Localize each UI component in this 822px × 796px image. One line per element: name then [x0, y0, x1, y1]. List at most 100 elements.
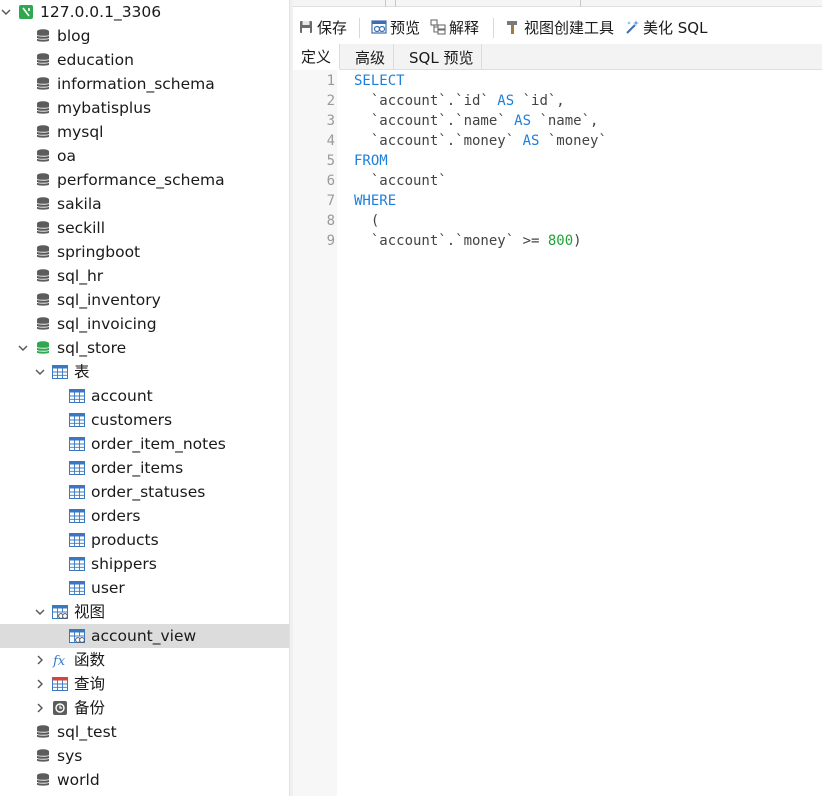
chevron-down-icon[interactable]: [34, 606, 46, 618]
tree-item-label: products: [91, 531, 159, 549]
table-icon: [52, 365, 68, 379]
tree-group-backups[interactable]: 备份: [0, 696, 289, 720]
tree-item-label: user: [91, 579, 125, 597]
tree-item-label: customers: [91, 411, 173, 429]
sql-text: (: [354, 213, 380, 229]
sql-code-editor[interactable]: 1 2 3 4 5 6 7 8 9 SELECT `account`.`id` AS `id`,…: [293, 70, 822, 796]
code-line[interactable]: SELECT: [354, 71, 405, 91]
code-line[interactable]: `account`.`name` AS `name`,: [354, 111, 599, 131]
code-line[interactable]: `account`.`money` >= 800): [354, 231, 582, 251]
code-line[interactable]: `account`: [354, 171, 447, 191]
sql-text: `account`.`name`: [354, 113, 515, 129]
tab-definition[interactable]: 定义: [293, 44, 341, 70]
tree-database[interactable]: sql_invoicing: [0, 312, 289, 336]
sql-text: `account`: [354, 173, 447, 189]
tab-advanced[interactable]: 高级: [347, 44, 395, 70]
tree-table[interactable]: user: [0, 576, 289, 600]
tree-item-label: shippers: [91, 555, 157, 573]
save-button[interactable]: 保存: [298, 16, 347, 38]
connection-icon: [19, 5, 33, 19]
line-number: 1: [326, 73, 335, 89]
tree-table[interactable]: account: [0, 384, 289, 408]
tree-database[interactable]: oa: [0, 144, 289, 168]
tree-group-views[interactable]: 视图: [0, 600, 289, 624]
tree-item-label: order_item_notes: [91, 435, 226, 453]
table-icon: [69, 461, 85, 475]
view-icon: [69, 629, 85, 643]
tree-database[interactable]: education: [0, 48, 289, 72]
preview-button[interactable]: 预览: [371, 16, 420, 38]
chevron-down-icon[interactable]: [0, 6, 12, 18]
tree-table[interactable]: orders: [0, 504, 289, 528]
sql-text: ): [573, 233, 582, 249]
code-line[interactable]: `account`.`money` AS `money`: [354, 131, 607, 151]
navigator-tree: 127.0.0.1_3306blog education information_s…: [0, 0, 289, 796]
view-builder-label: 视图创建工具: [524, 18, 615, 37]
tree-item-label: 函数: [74, 651, 106, 669]
code-line[interactable]: `account`.`id` AS `id`,: [354, 91, 565, 111]
toolbar-separator: [359, 18, 360, 38]
line-number: 8: [326, 213, 335, 229]
query-icon: [52, 677, 68, 691]
magic-wand-icon: [626, 20, 639, 34]
tree-database[interactable]: sql_hr: [0, 264, 289, 288]
table-icon: [69, 509, 85, 523]
tree-item-label: order_statuses: [91, 483, 206, 501]
tree-table[interactable]: shippers: [0, 552, 289, 576]
database-icon: [36, 725, 50, 738]
tree-database[interactable]: information_schema: [0, 72, 289, 96]
line-number: 3: [326, 113, 335, 129]
document-tab-strip: [293, 0, 822, 7]
chevron-down-icon[interactable]: [17, 342, 29, 354]
code-line[interactable]: WHERE: [354, 191, 396, 211]
explain-icon: [430, 19, 446, 35]
tree-database[interactable]: seckill: [0, 216, 289, 240]
tree-item-label: sql_inventory: [57, 291, 161, 309]
tree-item-label: 备份: [74, 699, 106, 717]
view-editor: 保存 预览 解释 视图创建工具 美化 SQL 定义 高级 SQL 预览 1 2 3 4…: [293, 0, 822, 796]
tree-database[interactable]: sql_inventory: [0, 288, 289, 312]
tree-group-queries[interactable]: 查询: [0, 672, 289, 696]
sql-keyword: FROM: [354, 153, 388, 169]
chevron-right-icon[interactable]: [34, 678, 46, 690]
sql-text: `id`,: [514, 93, 565, 109]
tree-table[interactable]: products: [0, 528, 289, 552]
tree-table[interactable]: customers: [0, 408, 289, 432]
tree-database[interactable]: sys: [0, 744, 289, 768]
tree-database[interactable]: performance_schema: [0, 168, 289, 192]
view-builder-button[interactable]: 视图创建工具: [505, 16, 614, 38]
tree-database[interactable]: springboot: [0, 240, 289, 264]
table-icon: [69, 557, 85, 571]
tree-item-label: blog: [57, 27, 91, 45]
tree-database[interactable]: mybatisplus: [0, 96, 289, 120]
tree-table[interactable]: order_item_notes: [0, 432, 289, 456]
tree-group-tables[interactable]: 表: [0, 360, 289, 384]
tree-item-label: orders: [91, 507, 141, 525]
tree-database[interactable]: sakila: [0, 192, 289, 216]
database-icon: [36, 197, 50, 210]
tree-database-open[interactable]: sql_store: [0, 336, 289, 360]
code-line[interactable]: (: [354, 211, 379, 231]
sql-text: `name`,: [531, 113, 599, 129]
tree-database[interactable]: mysql: [0, 120, 289, 144]
tab-sql-preview[interactable]: SQL 预览: [401, 44, 483, 70]
explain-label: 解释: [449, 18, 480, 37]
tree-table[interactable]: order_items: [0, 456, 289, 480]
tree-database[interactable]: world: [0, 768, 289, 792]
chevron-down-icon[interactable]: [34, 366, 46, 378]
preview-icon: [371, 20, 387, 34]
tree-item-label: 127.0.0.1_3306: [40, 3, 162, 21]
tree-table[interactable]: order_statuses: [0, 480, 289, 504]
beautify-sql-button[interactable]: 美化 SQL: [624, 16, 707, 38]
line-number: 4: [326, 133, 335, 149]
database-icon: [36, 221, 50, 234]
code-line[interactable]: FROM: [354, 151, 388, 171]
tree-database[interactable]: sql_test: [0, 720, 289, 744]
tree-connection[interactable]: 127.0.0.1_3306: [0, 0, 289, 24]
chevron-right-icon[interactable]: [34, 702, 46, 714]
chevron-right-icon[interactable]: [34, 654, 46, 666]
tree-group-functions[interactable]: fx 函数: [0, 648, 289, 672]
tree-view[interactable]: account_view: [0, 624, 289, 648]
explain-button[interactable]: 解释: [430, 16, 479, 38]
tree-database[interactable]: blog: [0, 24, 289, 48]
